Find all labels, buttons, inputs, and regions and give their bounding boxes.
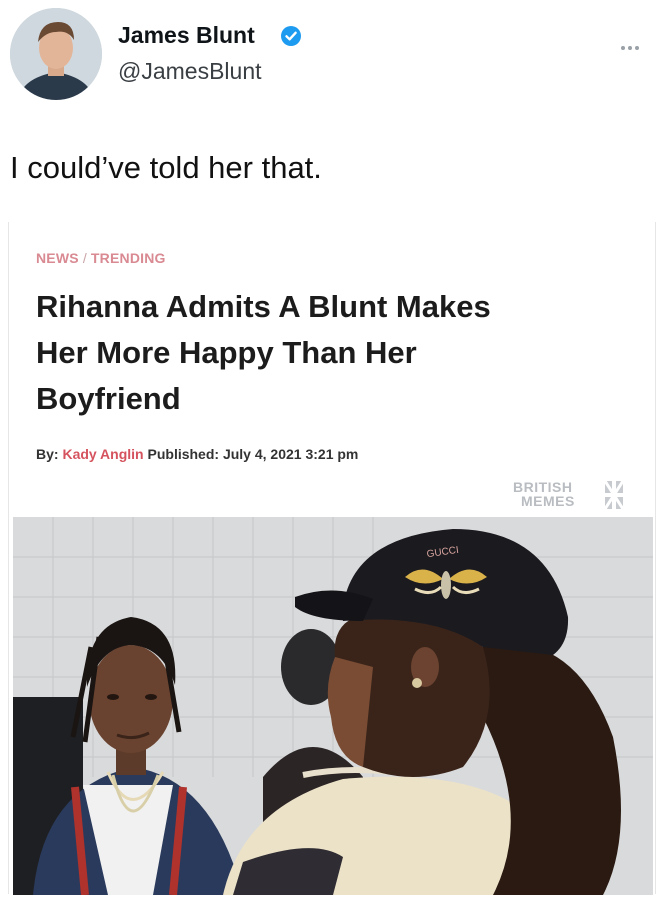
headline-line: Her More Happy Than Her (36, 335, 417, 370)
more-dots-icon[interactable] (621, 37, 651, 50)
article-card[interactable]: NEWS / TRENDING Rihanna Admits A Blunt Mak… (8, 222, 656, 895)
breadcrumb: NEWS / TRENDING (36, 250, 166, 266)
breadcrumb-separator: / (82, 250, 87, 266)
article-headline[interactable]: Rihanna Admits A Blunt Makes Her More Ha… (36, 284, 606, 422)
watermark-line2: MEMES (521, 493, 575, 509)
verified-badge-icon (281, 26, 301, 46)
published-date: July 4, 2021 3:21 pm (222, 446, 359, 462)
tweet-text: I could’ve told her that. (10, 150, 322, 185)
profile-photo (10, 8, 102, 100)
watermark: BRITISH MEMES (513, 479, 623, 515)
avatar[interactable] (10, 8, 102, 100)
article-author[interactable]: Kady Anglin (62, 446, 143, 462)
article-photo[interactable]: GUCCI (13, 517, 653, 895)
by-label: By: (36, 446, 59, 462)
published-label: Published: (147, 446, 220, 462)
author-handle[interactable]: @JamesBlunt (118, 58, 262, 85)
article-photo-image: GUCCI (13, 517, 653, 895)
breadcrumb-news[interactable]: NEWS (36, 250, 79, 266)
author-name[interactable]: James Blunt (118, 22, 255, 49)
uk-flag-icon (605, 481, 623, 509)
breadcrumb-trending[interactable]: TRENDING (91, 250, 166, 266)
headline-line: Rihanna Admits A Blunt Makes (36, 289, 491, 324)
headline-line: Boyfriend (36, 381, 181, 416)
byline: By: Kady Anglin Published: July 4, 2021 … (36, 446, 358, 462)
